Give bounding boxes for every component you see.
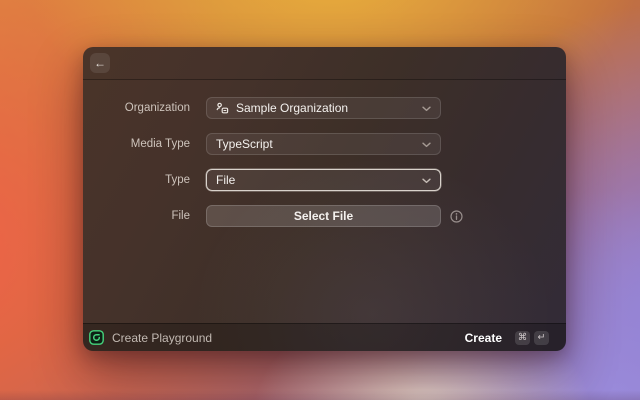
extension-name: Create Playground <box>112 331 212 345</box>
back-arrow-icon: ← <box>94 53 106 73</box>
type-dropdown[interactable]: File <box>206 169 441 191</box>
form-row-file: File Select File <box>83 205 566 227</box>
dialog-header: ← <box>83 47 566 80</box>
create-playground-extension-icon <box>89 330 104 345</box>
file-label: File <box>83 210 190 222</box>
media-type-value: TypeScript <box>216 137 273 151</box>
select-file-button[interactable]: Select File <box>206 205 441 227</box>
form-row-media-type: Media Type TypeScript <box>83 133 566 155</box>
media-type-label: Media Type <box>83 138 190 150</box>
organization-dropdown[interactable]: Sample Organization <box>206 97 441 119</box>
create-action[interactable]: Create <box>465 331 502 345</box>
form-row-organization: Organization Sample Organization <box>83 97 566 119</box>
form-row-type: Type File <box>83 169 566 191</box>
create-playground-dialog: ← Organization Sample Organization <box>83 47 566 351</box>
dialog-footer: Create Playground Create ⌘ ↵ <box>83 323 566 351</box>
return-key-icon: ↵ <box>534 331 549 345</box>
select-file-label: Select File <box>294 209 353 223</box>
chevron-down-icon <box>422 137 431 151</box>
organization-value: Sample Organization <box>236 101 348 115</box>
back-button[interactable]: ← <box>90 53 110 73</box>
form: Organization Sample Organization <box>83 80 566 227</box>
organization-label: Organization <box>83 102 190 114</box>
chevron-down-icon <box>422 101 431 115</box>
media-type-dropdown[interactable]: TypeScript <box>206 133 441 155</box>
command-key-icon: ⌘ <box>515 331 530 345</box>
type-label: Type <box>83 174 190 186</box>
info-icon <box>450 210 463 223</box>
footer-actions: Create ⌘ ↵ <box>465 331 549 345</box>
desktop-background: ← Organization Sample Organization <box>0 0 640 400</box>
chevron-down-icon <box>422 173 431 187</box>
organization-icon <box>216 102 229 115</box>
type-value: File <box>216 173 235 187</box>
